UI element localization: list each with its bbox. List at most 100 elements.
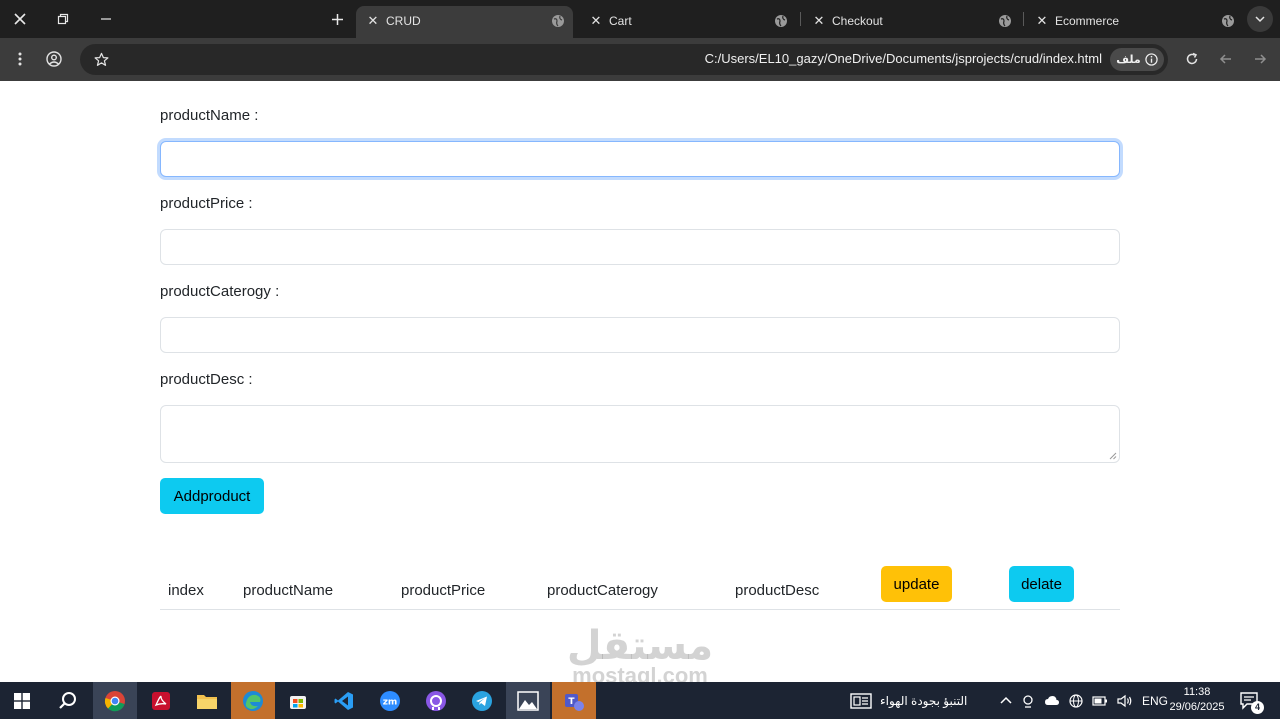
forward-button[interactable] [1214, 47, 1238, 71]
arrow-left-icon [1219, 54, 1231, 64]
tab-cart[interactable]: ✕ Cart [579, 6, 796, 38]
photos-icon [517, 690, 539, 711]
profile-button[interactable] [42, 47, 66, 71]
product-category-label: productCaterogy : [160, 283, 280, 300]
svg-text:zm: zm [383, 697, 398, 707]
product-price-label: productPrice : [160, 195, 253, 212]
chevron-down-icon [1255, 16, 1265, 23]
add-product-button[interactable]: Addproduct [160, 478, 264, 514]
store-icon [290, 695, 306, 709]
column-header-index: index [168, 582, 204, 599]
back-button[interactable] [1248, 47, 1272, 71]
github-icon [426, 690, 446, 711]
windows-taskbar: zm T التنبؤ بجودة الهواء ENG 11:38 29/06… [0, 682, 1280, 719]
tab-separator [1023, 12, 1024, 26]
edge-icon [243, 690, 263, 711]
globe-icon [1222, 15, 1234, 27]
tab-ecommerce[interactable]: ✕ Ecommerce [1025, 6, 1243, 38]
minimize-window-button[interactable] [86, 0, 126, 38]
tab-close-icon[interactable]: ✕ [366, 14, 380, 28]
tab-strip: ✕ CRUD ✕ Cart ✕ Checkout ✕ Ecommerce [0, 0, 1280, 38]
new-tab-button[interactable] [317, 0, 357, 38]
tab-title: Cart [609, 14, 632, 28]
url-text[interactable]: C:/Users/EL10_gazy/OneDrive/Documents/js… [705, 51, 1102, 66]
close-window-button[interactable] [0, 0, 40, 38]
search-button[interactable] [46, 682, 90, 719]
chevron-up-icon[interactable] [1000, 695, 1012, 707]
taskbar-telegram[interactable] [460, 682, 504, 719]
tab-search-button[interactable] [1247, 6, 1273, 32]
plus-icon [331, 13, 343, 25]
tab-title: Ecommerce [1055, 14, 1120, 28]
bookmark-button[interactable] [89, 47, 113, 71]
clock-time: 11:38 [1183, 686, 1211, 698]
zoom-icon: zm [380, 690, 400, 711]
site-info-chip[interactable]: ملف [1110, 48, 1164, 71]
taskbar-file-explorer[interactable] [185, 682, 229, 719]
globe-icon[interactable] [1069, 693, 1083, 708]
arrow-right-icon [1255, 54, 1267, 64]
tab-close-icon[interactable]: ✕ [812, 14, 826, 28]
reload-button[interactable] [1180, 47, 1204, 71]
notification-button[interactable]: 4 [1240, 682, 1264, 719]
tab-crud[interactable]: ✕ CRUD [356, 6, 573, 38]
tab-checkout[interactable]: ✕ Checkout [802, 6, 1020, 38]
minimize-icon [101, 18, 111, 20]
menu-button[interactable] [8, 47, 32, 71]
product-category-input[interactable] [160, 317, 1120, 353]
tab-title: Checkout [832, 14, 883, 28]
globe-icon [552, 15, 564, 27]
taskbar-chrome[interactable] [93, 682, 137, 719]
tab-close-icon[interactable]: ✕ [1035, 14, 1049, 28]
product-table-header: index productName productPrice productCa… [160, 566, 1120, 610]
teams-icon: T [565, 693, 584, 711]
start-button[interactable] [0, 682, 44, 719]
taskbar-github[interactable] [414, 682, 458, 719]
cloud-icon[interactable] [1044, 694, 1060, 708]
weather-widget[interactable]: التنبؤ بجودة الهواء [850, 682, 967, 719]
site-info-label: ملف [1116, 54, 1141, 66]
taskbar-acrobat[interactable] [139, 682, 183, 719]
taskbar-store[interactable] [276, 682, 320, 719]
weather-text: التنبؤ بجودة الهواء [880, 693, 968, 708]
tab-close-icon[interactable]: ✕ [589, 14, 603, 28]
news-icon [850, 692, 872, 709]
product-name-input[interactable] [160, 141, 1120, 177]
watermark: مستقل mostaql.com [560, 623, 720, 689]
address-bar[interactable]: C:/Users/EL10_gazy/OneDrive/Documents/js… [80, 44, 1168, 75]
chrome-icon [104, 690, 125, 711]
resize-grip-icon[interactable] [1109, 452, 1117, 460]
delete-button[interactable]: delate [1009, 566, 1074, 602]
volume-icon[interactable] [1117, 694, 1133, 708]
taskbar-teams[interactable]: T [552, 682, 596, 719]
folder-icon [197, 694, 217, 709]
product-desc-textarea[interactable] [160, 405, 1120, 463]
info-icon [1145, 53, 1158, 66]
globe-icon [999, 15, 1011, 27]
taskbar-photos[interactable] [506, 682, 550, 719]
column-header-product-price: productPrice [401, 582, 486, 599]
tab-separator [800, 12, 801, 26]
vscode-icon [334, 691, 353, 710]
restore-icon [57, 13, 69, 25]
taskbar-edge[interactable] [231, 682, 275, 719]
taskbar-zoom[interactable]: zm [368, 682, 412, 719]
update-button[interactable]: update [881, 566, 952, 602]
restore-window-button[interactable] [43, 0, 83, 38]
pdf-icon [152, 691, 170, 710]
taskbar-vscode[interactable] [322, 682, 366, 719]
notification-count: 4 [1251, 701, 1264, 714]
page-content: productName : productPrice : productCate… [0, 81, 1280, 688]
star-icon [94, 52, 108, 66]
column-header-product-desc: productDesc [735, 582, 820, 599]
globe-icon [775, 15, 787, 27]
profile-icon [46, 51, 62, 67]
close-icon [14, 13, 26, 25]
webcam-icon[interactable] [1021, 694, 1035, 708]
clock[interactable]: 11:38 29/06/2025 [1162, 685, 1232, 715]
battery-icon[interactable] [1092, 695, 1108, 706]
product-price-input[interactable] [160, 229, 1120, 265]
windows-logo-icon [14, 692, 30, 709]
reload-icon [1186, 52, 1198, 65]
tab-title: CRUD [386, 14, 421, 28]
